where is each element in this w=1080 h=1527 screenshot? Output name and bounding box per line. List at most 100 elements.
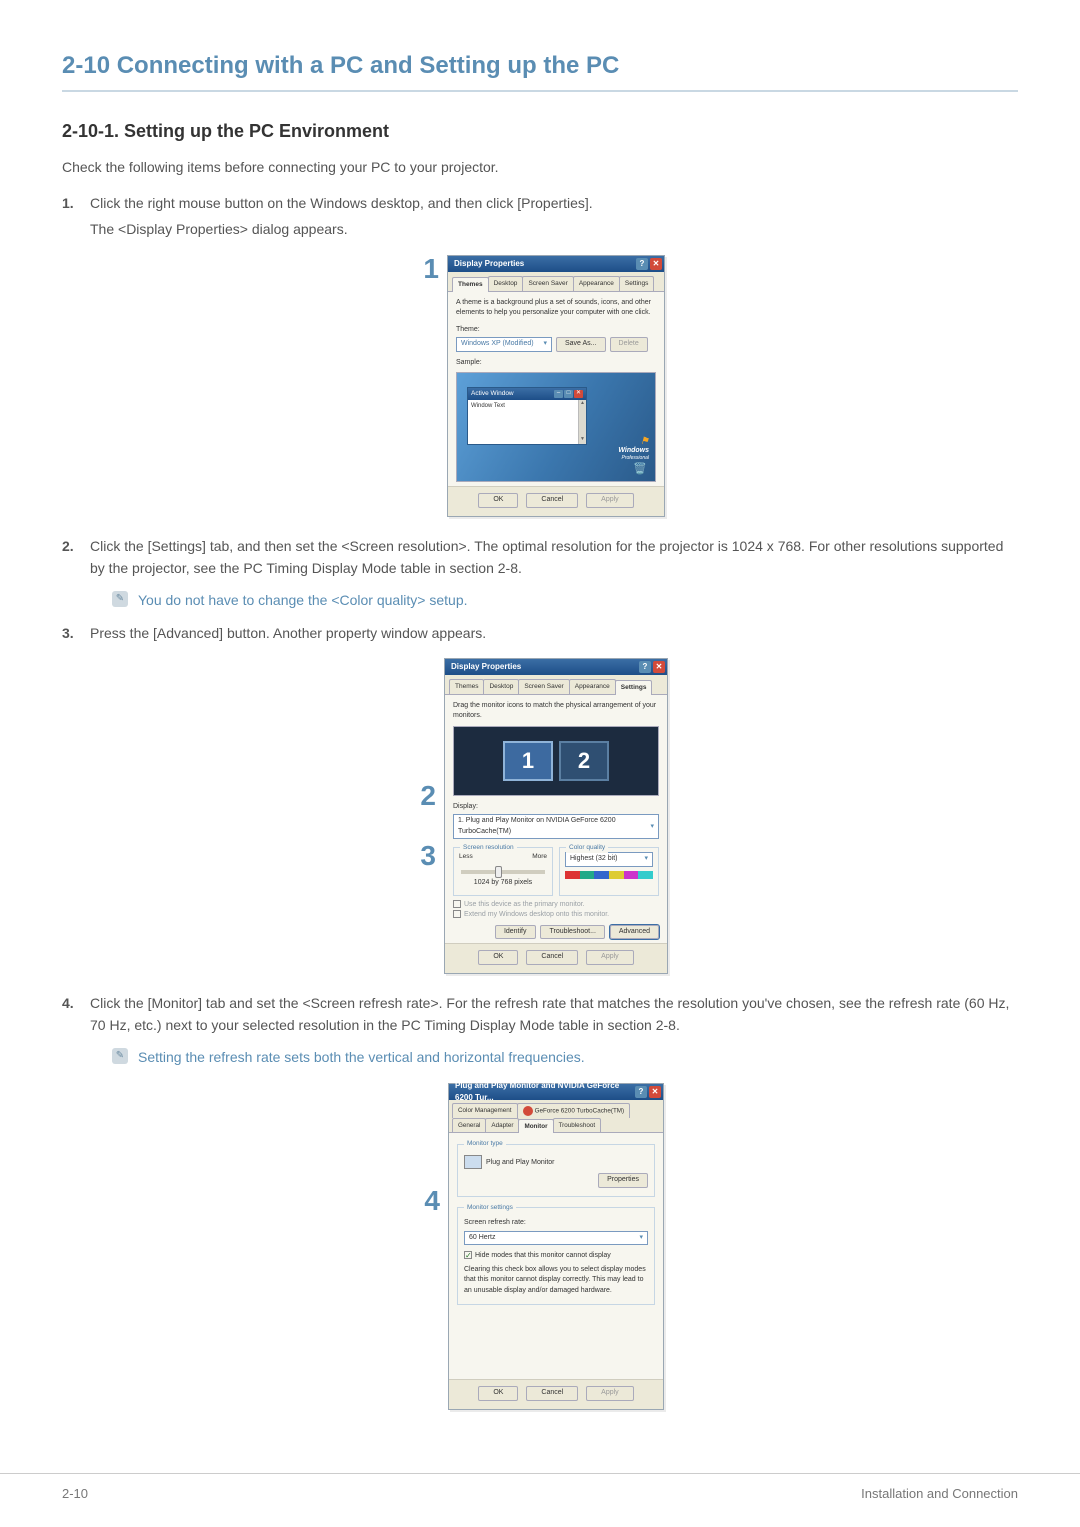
save-as-button[interactable]: Save As... [556,337,606,352]
hide-modes-checkbox[interactable] [464,1251,472,1259]
more-label: More [532,852,547,862]
apply-button[interactable]: Apply [586,493,634,508]
windows-logo: ⚑ Windows Professional [618,437,649,461]
tab-screen-saver[interactable]: Screen Saver [522,276,573,291]
tab-troubleshoot[interactable]: Troubleshoot [553,1118,602,1132]
properties-button[interactable]: Properties [598,1173,648,1188]
callout-3: 3 [412,842,436,870]
tab-settings[interactable]: Settings [615,680,653,695]
advanced-button[interactable]: Advanced [610,925,659,940]
monitor-arrangement[interactable]: 1 2 [453,726,659,796]
tab-adapter[interactable]: Adapter [485,1118,519,1132]
step-subtext: The <Display Properties> dialog appears. [90,218,1018,240]
drag-instruction: Drag the monitor icons to match the phys… [453,701,659,722]
tab-monitor[interactable]: Monitor [518,1119,553,1133]
color-spectrum [565,871,653,879]
help-icon[interactable]: ? [635,1086,647,1098]
ok-button[interactable]: OK [478,1386,518,1401]
minimize-icon: – [554,390,563,398]
step-number: 2. [62,535,74,557]
extend-checkbox [453,910,461,918]
display-properties-settings-dialog: Display Properties ? ✕ Themes Desktop Sc… [444,658,668,974]
primary-checkbox [453,900,461,908]
tab-general[interactable]: General [452,1118,486,1132]
theme-description: A theme is a background plus a set of so… [456,298,656,319]
hide-modes-description: Clearing this check box allows you to se… [464,1265,648,1297]
nvidia-icon [523,1106,533,1116]
theme-select[interactable]: Windows XP (Modified) ▾ [456,337,552,352]
delete-button[interactable]: Delete [610,337,648,352]
monitor-type-value: Plug and Play Monitor [486,1159,554,1166]
apply-button[interactable]: Apply [586,950,634,965]
resolution-value: 1024 by 768 pixels [459,878,547,889]
page-footer: 2-10 Installation and Connection [0,1473,1080,1504]
ok-button[interactable]: OK [478,950,518,965]
close-icon[interactable]: ✕ [653,661,665,673]
close-icon: ✕ [574,390,583,398]
tab-color-management[interactable]: Color Management [452,1103,518,1118]
help-icon[interactable]: ? [636,258,648,270]
identify-button[interactable]: Identify [495,925,536,940]
screen-resolution-legend: Screen resolution [460,843,517,853]
note-icon: ✎ [112,1048,128,1064]
color-quality-select[interactable]: Highest (32 bit) ▾ [565,852,653,867]
resolution-slider[interactable] [461,870,545,874]
dialog-title: Display Properties [451,661,521,673]
step-1: 1. Click the right mouse button on the W… [90,192,1018,241]
help-icon[interactable]: ? [639,661,651,673]
color-quality-legend: Color quality [566,843,608,853]
theme-preview: Active Window – □ ✕ Window Text [456,372,656,482]
tab-themes[interactable]: Themes [452,277,489,292]
ok-button[interactable]: OK [478,493,518,508]
refresh-rate-value: 60 Hertz [469,1233,495,1244]
callout-4: 4 [416,1187,440,1215]
cancel-button[interactable]: Cancel [526,1386,578,1401]
note-text: You do not have to change the <Color qua… [138,589,468,611]
dialog-titlebar: Plug and Play Monitor and NVIDIA GeForce… [449,1084,663,1100]
recycle-bin-icon: 🗑️ [633,461,647,478]
chevron-down-icon: ▾ [639,1233,643,1244]
troubleshoot-button[interactable]: Troubleshoot... [540,925,604,940]
dialog-title: Display Properties [454,258,524,270]
theme-value: Windows XP (Modified) [461,339,534,350]
refresh-rate-select[interactable]: 60 Hertz ▾ [464,1231,648,1246]
tab-settings[interactable]: Settings [619,276,655,291]
less-label: Less [459,852,473,862]
tab-desktop[interactable]: Desktop [483,679,519,694]
close-icon[interactable]: ✕ [649,1086,661,1098]
maximize-icon: □ [564,390,573,398]
display-label: Display: [453,802,659,813]
cancel-button[interactable]: Cancel [526,950,578,965]
flag-icon: ⚑ [618,437,649,447]
tab-appearance[interactable]: Appearance [569,679,616,694]
scrollbar [578,400,586,444]
tab-screen-saver[interactable]: Screen Saver [518,679,569,694]
chevron-down-icon: ▾ [650,822,654,833]
step-number: 3. [62,622,74,644]
step-text: Click the [Settings] tab, and then set t… [90,538,1003,576]
step-number: 1. [62,192,74,214]
sample-label: Sample: [456,358,656,369]
tab-appearance[interactable]: Appearance [573,276,620,291]
tab-desktop[interactable]: Desktop [488,276,524,291]
step-4: 4. Click the [Monitor] tab and set the <… [90,992,1018,1069]
tab-geforce[interactable]: GeForce 6200 TurboCache(TM) [517,1103,631,1118]
monitor-properties-dialog: Plug and Play Monitor and NVIDIA GeForce… [448,1083,664,1410]
cancel-button[interactable]: Cancel [526,493,578,508]
note-icon: ✎ [112,591,128,607]
tab-themes[interactable]: Themes [449,679,484,694]
chevron-down-icon: ▾ [644,854,648,865]
primary-label: Use this device as the primary monitor. [464,901,585,908]
monitor-settings-group: Monitor settings Screen refresh rate: 60… [457,1203,655,1306]
display-select[interactable]: 1. Plug and Play Monitor on NVIDIA GeFor… [453,814,659,839]
monitor-settings-legend: Monitor settings [464,1203,516,1213]
monitor-type-group: Monitor type Plug and Play Monitor Prope… [457,1139,655,1196]
apply-button[interactable]: Apply [586,1386,634,1401]
step-3: 3. Press the [Advanced] button. Another … [90,622,1018,644]
monitor-2[interactable]: 2 [559,741,609,781]
monitor-1[interactable]: 1 [503,741,553,781]
step-number: 4. [62,992,74,1014]
tab-strip: Themes Desktop Screen Saver Appearance S… [448,272,664,292]
close-icon[interactable]: ✕ [650,258,662,270]
hide-modes-label: Hide modes that this monitor cannot disp… [475,1252,611,1259]
